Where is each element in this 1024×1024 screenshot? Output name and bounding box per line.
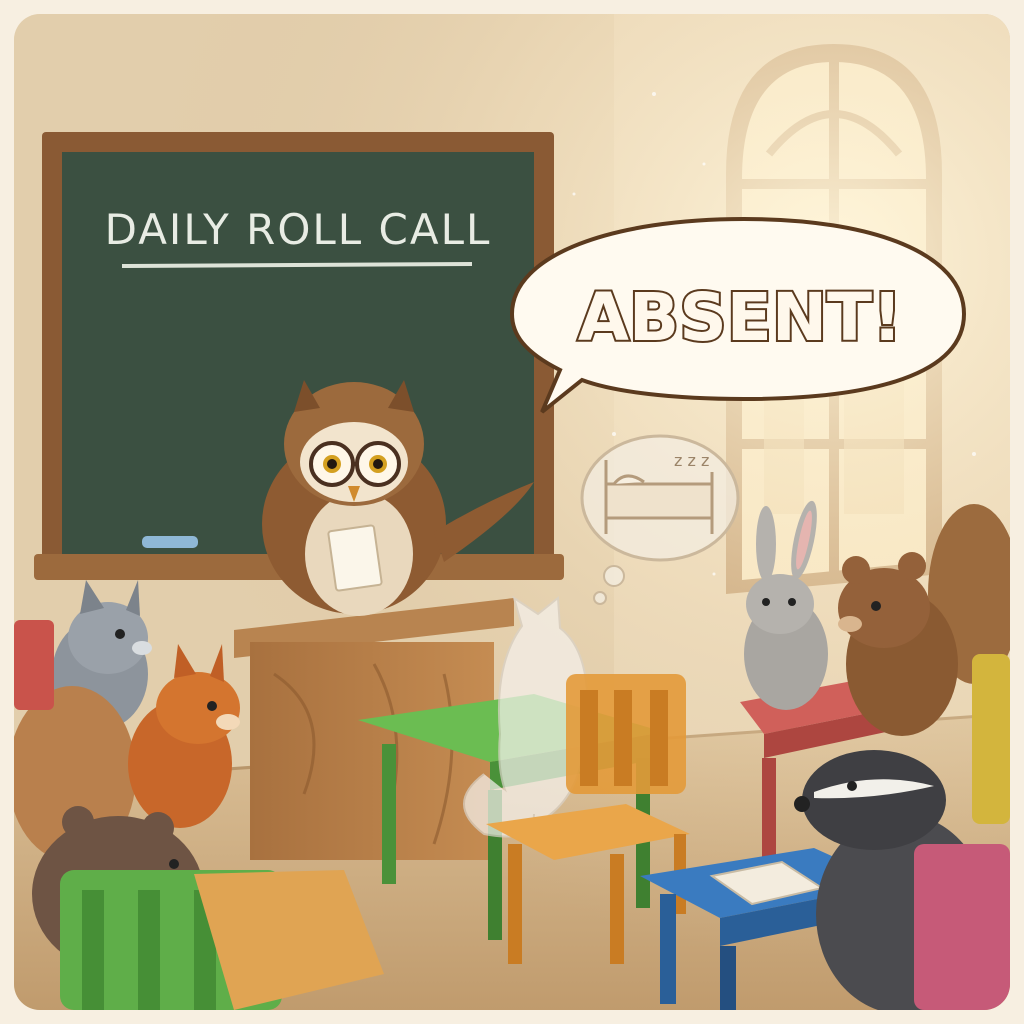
illustration-frame: DAILY ROLL CALL ABSENT! z z z [14,14,1010,1010]
dream-zzz-text: z z z [674,451,709,470]
chalk-underline [121,262,473,268]
chalk-eraser [142,536,198,548]
yellow-chair [972,654,1010,824]
speech-bubble-text: ABSENT! [578,279,902,356]
pink-chair [914,844,1010,1010]
classroom-illustration: DAILY ROLL CALL ABSENT! z z z [14,14,1010,1010]
blackboard-text: DAILY ROLL CALL [105,205,492,254]
red-chair-left [14,620,54,710]
roll-call-paper [327,524,383,592]
